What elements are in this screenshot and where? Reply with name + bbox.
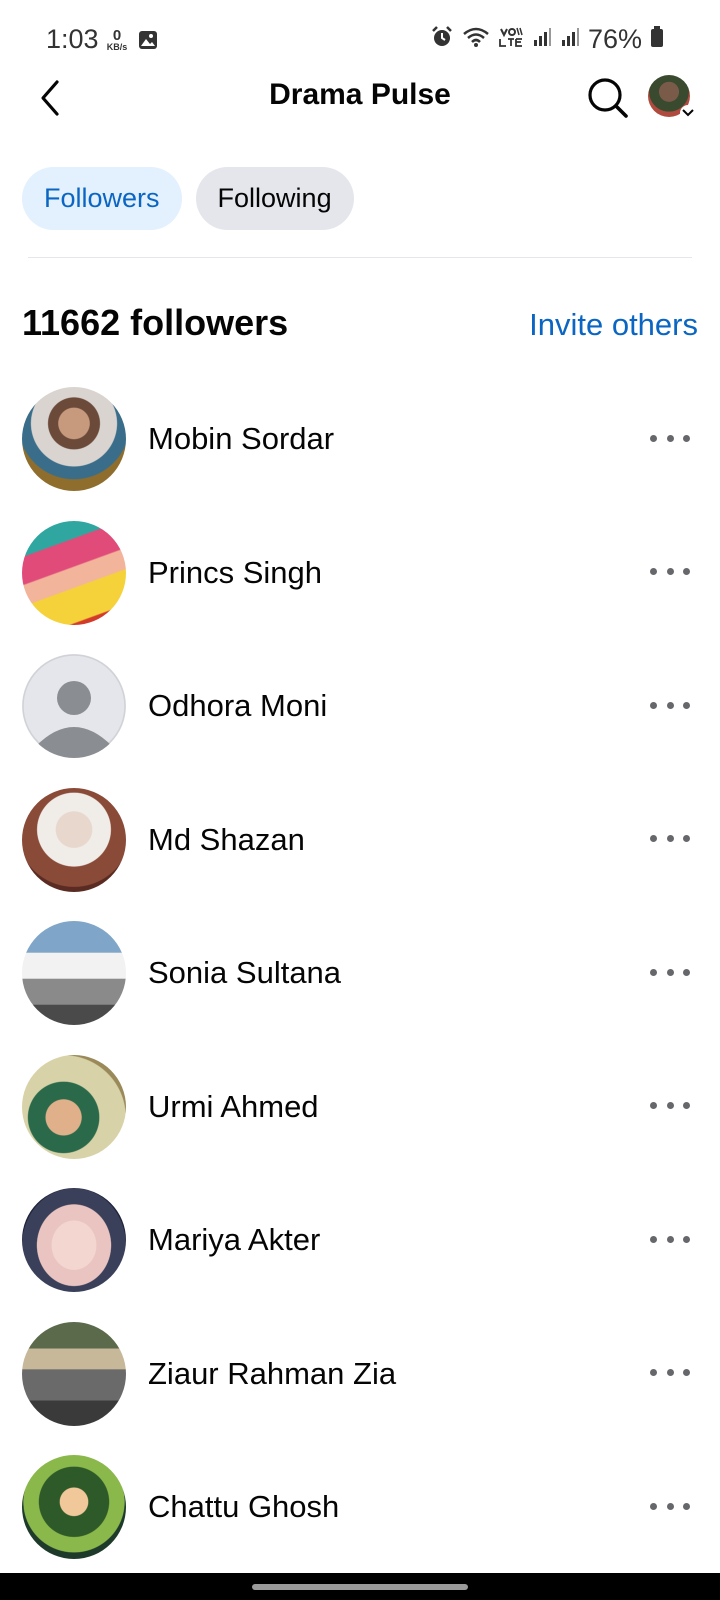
follower-name[interactable]: Urmi Ahmed [148,1089,319,1125]
more-options-icon[interactable] [650,425,690,451]
gallery-icon [138,30,158,55]
tab-followers[interactable]: Followers [22,167,182,230]
avatar[interactable] [22,520,126,625]
more-options-icon[interactable] [650,1493,690,1519]
followers-list: Mobin Sordar Princs Singh Odhora Moni Md… [0,385,720,1587]
network-speed: 0 KB/s [103,28,131,52]
avatar[interactable] [22,1188,126,1292]
follower-name[interactable]: Chattu Ghosh [148,1489,339,1525]
more-options-icon[interactable] [650,692,690,718]
status-time: 1:03 [46,24,99,54]
network-speed-value: 0 [112,27,122,44]
follower-name[interactable]: Sonia Sultana [148,955,341,991]
tab-following[interactable]: Following [195,167,354,230]
follower-name[interactable]: Ziaur Rahman Zia [148,1356,396,1392]
list-item[interactable]: Mobin Sordar [0,385,720,519]
search-button[interactable] [586,76,630,120]
divider [28,257,692,258]
avatar[interactable] [22,1321,126,1426]
more-options-icon[interactable] [650,959,690,985]
search-icon [588,78,628,118]
avatar[interactable] [22,387,126,491]
default-avatar-icon [22,654,126,758]
system-nav-bar [0,1573,720,1600]
more-options-icon[interactable] [650,1226,690,1252]
top-app-bar: Drama Pulse [0,70,720,126]
follow-tabs: Followers Following [22,167,354,230]
more-options-icon[interactable] [650,559,690,585]
chevron-down-icon [680,105,696,121]
list-item[interactable]: Odhora Moni [0,652,720,786]
profile-switcher-button[interactable] [648,75,696,121]
list-item[interactable]: Md Shazan [0,786,720,920]
wifi-icon [462,26,490,53]
more-options-icon[interactable] [650,1360,690,1386]
follower-name[interactable]: Mobin Sordar [148,421,334,457]
alarm-icon [430,25,454,54]
follower-name[interactable]: Mariya Akter [148,1222,320,1258]
more-options-icon[interactable] [650,1093,690,1119]
home-gesture-handle[interactable] [252,1584,468,1590]
followers-count: 11662 followers [22,302,289,343]
list-item[interactable]: Urmi Ahmed [0,1053,720,1187]
invite-others-link[interactable]: Invite others [529,307,698,343]
follower-name[interactable]: Princs Singh [148,555,322,591]
volte-icon [498,26,524,53]
follower-name[interactable]: Odhora Moni [148,688,327,724]
avatar[interactable] [22,921,126,1025]
signal-icon-2 [560,27,580,52]
list-item[interactable]: Ziaur Rahman Zia [0,1320,720,1454]
avatar[interactable] [22,787,126,892]
signal-icon [532,27,552,52]
status-icons: 76% [430,24,664,55]
network-speed-unit: KB/s [106,42,128,52]
list-item[interactable]: Mariya Akter [0,1186,720,1320]
avatar[interactable] [22,1054,126,1159]
battery-percent: 76% [587,24,642,54]
list-item[interactable]: Princs Singh [0,519,720,653]
list-item[interactable]: Sonia Sultana [0,919,720,1053]
status-bar: 1:03 0 KB/s 76% [0,0,720,80]
follower-name[interactable]: Md Shazan [148,822,305,858]
avatar[interactable] [22,654,126,758]
list-item[interactable]: Chattu Ghosh [0,1453,720,1587]
more-options-icon[interactable] [650,826,690,852]
battery-icon [650,26,664,53]
avatar[interactable] [22,1455,126,1559]
